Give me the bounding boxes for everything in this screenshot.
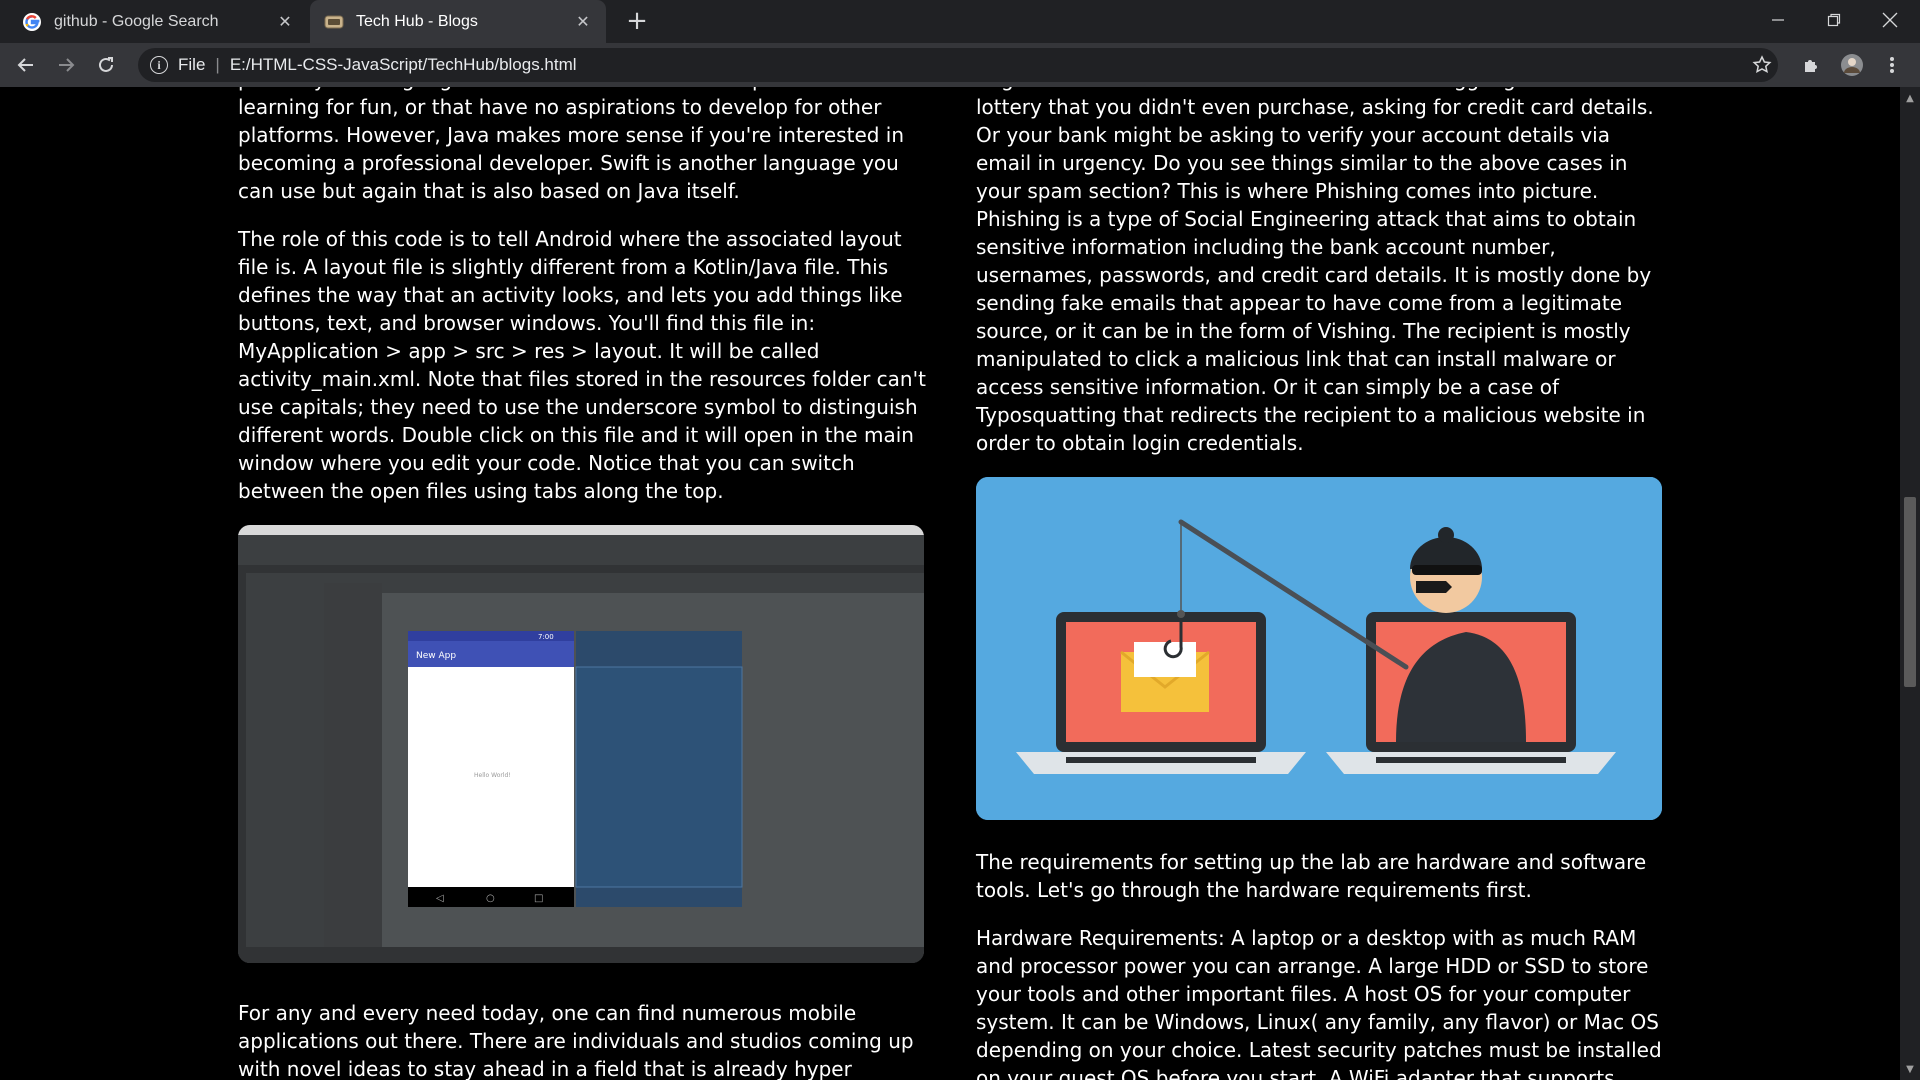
svg-text:○: ○	[486, 893, 495, 904]
android-studio-screenshot: New App 7:00 Hello World! ◁ ○ □	[238, 525, 924, 963]
separator: |	[215, 55, 220, 74]
minimize-icon[interactable]	[1750, 0, 1806, 40]
paragraph: might have won a brand new Audi or a min…	[976, 87, 1654, 455]
close-tab-icon[interactable]: ✕	[276, 12, 294, 31]
scroll-down-arrow-icon[interactable]: ▼	[1900, 1060, 1920, 1078]
right-column: might have won a brand new Audi or a min…	[976, 87, 1666, 1080]
profile-avatar[interactable]	[1836, 49, 1868, 81]
status-time: 7:00	[538, 633, 554, 641]
scheme-label: File	[178, 55, 206, 74]
svg-text:◁: ◁	[436, 893, 444, 904]
close-tab-icon[interactable]: ✕	[574, 12, 592, 31]
scroll-up-arrow-icon[interactable]: ▲	[1900, 89, 1920, 107]
forward-icon[interactable]	[50, 49, 82, 81]
restore-icon[interactable]	[1806, 0, 1862, 40]
menu-kebab-icon[interactable]	[1876, 49, 1908, 81]
close-window-icon[interactable]	[1862, 0, 1918, 40]
svg-text:□: □	[534, 893, 543, 904]
tab-tech-hub-blogs[interactable]: Tech Hub - Blogs ✕	[310, 0, 606, 43]
left-column: probably the language of choice for Andr…	[238, 87, 928, 1080]
info-icon[interactable]: i	[150, 56, 168, 74]
paragraph: probably the language of choice for Andr…	[238, 87, 905, 203]
back-icon[interactable]	[10, 49, 42, 81]
site-icon	[324, 12, 344, 32]
phishing-illustration	[976, 477, 1662, 820]
new-tab-button[interactable]: +	[622, 6, 652, 36]
hello-world-text: Hello World!	[474, 772, 511, 779]
tab-title: Tech Hub - Blogs	[356, 12, 478, 30]
extensions-icon[interactable]	[1796, 49, 1828, 81]
paragraph: For any and every need today, one can fi…	[238, 1001, 914, 1080]
tab-google-search[interactable]: github - Google Search ✕	[8, 0, 308, 43]
scrollbar-thumb[interactable]	[1904, 497, 1916, 687]
reload-icon[interactable]	[90, 49, 122, 81]
browser-toolbar: i File | E:/HTML-CSS-JavaScript/TechHub/…	[0, 43, 1920, 87]
app-title: New App	[416, 651, 456, 661]
tab-strip: github - Google Search ✕ Tech Hub - Blog…	[0, 0, 1920, 43]
bookmark-star-icon[interactable]	[1746, 49, 1778, 81]
google-icon	[22, 12, 42, 32]
paragraph: Hardware Requirements: A laptop or a des…	[976, 926, 1662, 1080]
paragraph: The role of this code is to tell Android…	[238, 227, 926, 503]
url-text: E:/HTML-CSS-JavaScript/TechHub/blogs.htm…	[229, 55, 577, 74]
tab-title: github - Google Search	[54, 12, 219, 30]
page-content: probably the language of choice for Andr…	[0, 87, 1900, 1080]
vertical-scrollbar[interactable]: ▲ ▼	[1900, 87, 1920, 1080]
paragraph: The requirements for setting up the lab …	[976, 850, 1647, 902]
address-bar[interactable]: i File | E:/HTML-CSS-JavaScript/TechHub/…	[138, 48, 1778, 82]
